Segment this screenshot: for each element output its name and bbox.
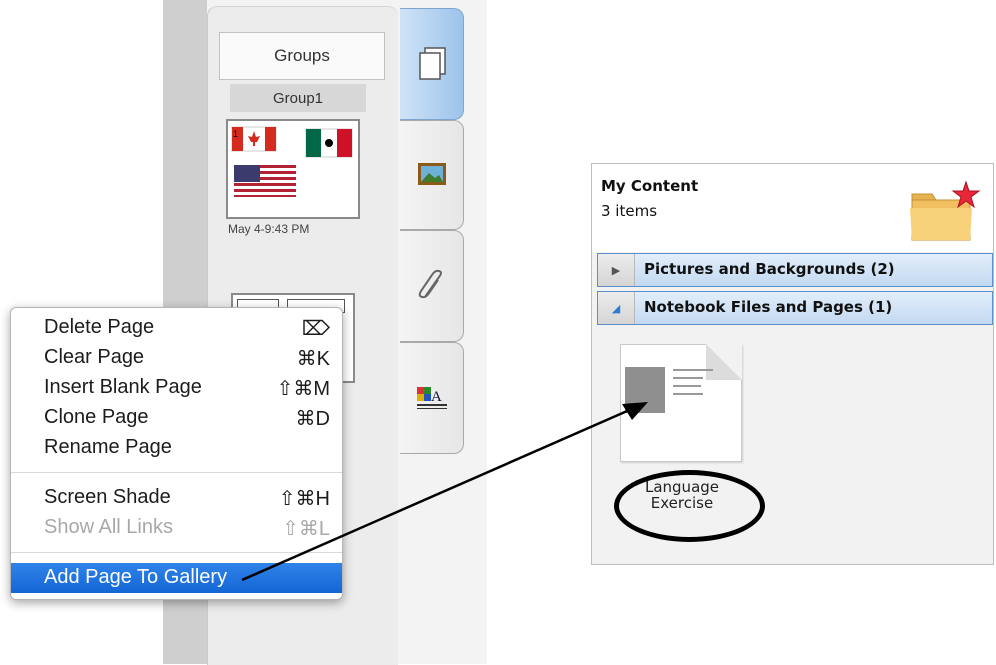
annotation-arrow bbox=[241, 402, 648, 582]
